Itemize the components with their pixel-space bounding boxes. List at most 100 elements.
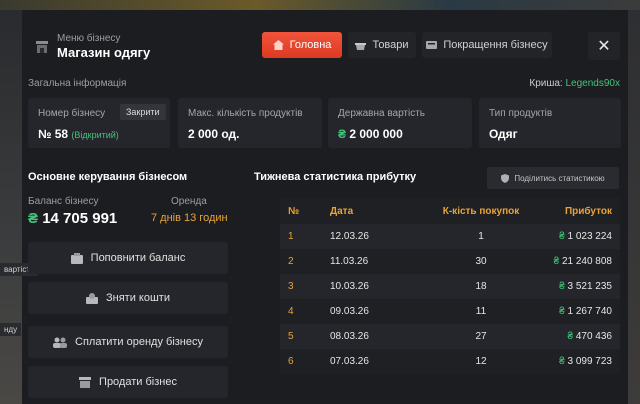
withdraw-label: Зняти кошти: [106, 292, 170, 304]
tab-upgrades[interactable]: Покращення бізнесу: [422, 32, 552, 58]
tab-home[interactable]: Головна: [262, 32, 342, 58]
stats-table-header: № Дата К-кість покупок Прибуток: [280, 198, 620, 224]
business-number-card: Номер бізнесу Закрити № 58 (Відкритий): [28, 98, 170, 148]
balance-label: Баланс бізнесу: [28, 196, 99, 207]
row-count: 11: [418, 299, 544, 324]
row-count: 12: [418, 349, 544, 374]
state-value-label: Державна вартість: [338, 108, 426, 119]
currency-icon: ₴: [28, 210, 39, 227]
roof-label: Криша:: [529, 78, 563, 89]
tab-upgrades-label: Покращення бізнесу: [443, 39, 548, 51]
balance-value: ₴ 14 705 991: [28, 210, 117, 227]
product-type-card: Тип продуктів Одяг: [479, 98, 621, 148]
product-type-value: Одяг: [489, 127, 518, 141]
business-number-label: Номер бізнесу: [38, 108, 106, 119]
row-profit-amount: 21 240 808: [561, 256, 612, 267]
currency-icon: ₴: [559, 356, 565, 367]
wallet-icon: [70, 252, 83, 264]
row-date: 11.03.26: [322, 249, 418, 274]
currency-icon: ₴: [559, 231, 565, 242]
table-row: 6 07.03.26 12 ₴ 3 099 723: [280, 349, 620, 374]
header-subtitle: Меню бізнесу: [57, 33, 121, 44]
sell-business-label: Продати бізнес: [99, 376, 177, 388]
row-date: 10.03.26: [322, 274, 418, 299]
row-profit-amount: 3 099 723: [567, 356, 613, 367]
row-number: 5: [280, 324, 322, 349]
tab-goods[interactable]: Товари: [348, 32, 416, 58]
state-value: ₴ 2 000 000: [338, 127, 403, 141]
business-menu-panel: Меню бізнесу Магазин одягу Головна Товар…: [0, 10, 628, 404]
balance-amount: 14 705 991: [42, 210, 118, 227]
business-number-value: № 58 (Відкритий): [38, 127, 119, 141]
row-profit: ₴ 3 521 235: [544, 274, 620, 299]
row-count: 1: [418, 224, 544, 249]
rent-value: 7 днів 13 годин: [151, 212, 228, 224]
col-number: №: [280, 198, 322, 224]
col-count: К-кість покупок: [418, 198, 544, 224]
row-number: 4: [280, 299, 322, 324]
row-profit-amount: 1 267 740: [567, 306, 613, 317]
max-products-value: 2 000 од.: [188, 127, 240, 141]
tab-home-label: Головна: [289, 39, 332, 51]
row-count: 27: [418, 324, 544, 349]
col-date: Дата: [322, 198, 418, 224]
table-row: 4 09.03.26 11 ₴ 1 267 740: [280, 299, 620, 324]
currency-icon: ₴: [559, 306, 565, 317]
stats-title: Тижнева статистика прибутку: [254, 171, 417, 183]
topup-balance-label: Поповнити баланс: [90, 252, 186, 264]
game-background-left: [0, 10, 22, 404]
rent-label: Оренда: [171, 196, 207, 207]
row-profit: ₴ 1 023 224: [544, 224, 620, 249]
row-count: 30: [418, 249, 544, 274]
pay-rent-button[interactable]: Сплатити оренду бізнесу: [28, 326, 228, 358]
page-title: Магазин одягу: [57, 45, 151, 60]
general-info-label: Загальна інформація: [28, 78, 127, 89]
stats-table: № Дата К-кість покупок Прибуток 1 12.03.…: [280, 198, 620, 374]
row-profit: ₴ 21 240 808: [544, 249, 620, 274]
currency-icon: ₴: [338, 127, 347, 141]
close-button[interactable]: ✕: [588, 32, 620, 60]
row-date: 07.03.26: [322, 349, 418, 374]
close-business-button[interactable]: Закрити: [120, 104, 166, 120]
close-icon: ✕: [597, 38, 611, 55]
row-profit: ₴ 470 436: [544, 324, 620, 349]
row-profit-amount: 1 023 224: [567, 231, 613, 242]
table-row: 5 08.03.26 27 ₴ 470 436: [280, 324, 620, 349]
row-number: 2: [280, 249, 322, 274]
game-background-right: [628, 10, 640, 404]
table-row: 2 11.03.26 30 ₴ 21 240 808: [280, 249, 620, 274]
row-date: 08.03.26: [322, 324, 418, 349]
row-profit: ₴ 1 267 740: [544, 299, 620, 324]
row-date: 09.03.26: [322, 299, 418, 324]
max-products-card: Макс. кількість продуктів 2 000 од.: [178, 98, 322, 148]
table-row: 3 10.03.26 18 ₴ 3 521 235: [280, 274, 620, 299]
state-value-card: Державна вартість ₴ 2 000 000: [328, 98, 472, 148]
currency-icon: ₴: [559, 281, 565, 292]
cash-icon: [86, 292, 98, 304]
side-tag-rent: нду: [0, 323, 22, 336]
game-background-top: [0, 0, 640, 10]
max-products-label: Макс. кількість продуктів: [188, 108, 303, 119]
withdraw-button[interactable]: Зняти кошти: [28, 282, 228, 314]
share-stats-label: Поділитись статистикою: [514, 173, 605, 183]
product-type-label: Тип продуктів: [489, 108, 553, 119]
control-section-title: Основне керування бізнесом: [28, 171, 188, 183]
row-number: 6: [280, 349, 322, 374]
topup-balance-button[interactable]: Поповнити баланс: [28, 242, 228, 274]
upgrade-icon: [426, 40, 438, 50]
row-number: 3: [280, 274, 322, 299]
store-icon: [79, 376, 92, 388]
share-stats-button[interactable]: Поділитись статистикою: [487, 167, 619, 189]
currency-icon: ₴: [567, 331, 574, 342]
home-icon: [272, 40, 284, 50]
basket-icon: [355, 40, 367, 50]
row-number: 1: [280, 224, 322, 249]
roof-info: Криша: Legends90x: [529, 78, 620, 89]
shop-icon: [36, 40, 48, 54]
open-status: (Відкритий): [71, 130, 119, 140]
sell-business-button[interactable]: Продати бізнес: [28, 366, 228, 398]
row-profit-amount: 470 436: [575, 331, 612, 342]
users-icon: [53, 337, 67, 348]
row-profit-amount: 3 521 235: [567, 281, 613, 292]
col-profit: Прибуток: [544, 198, 620, 224]
